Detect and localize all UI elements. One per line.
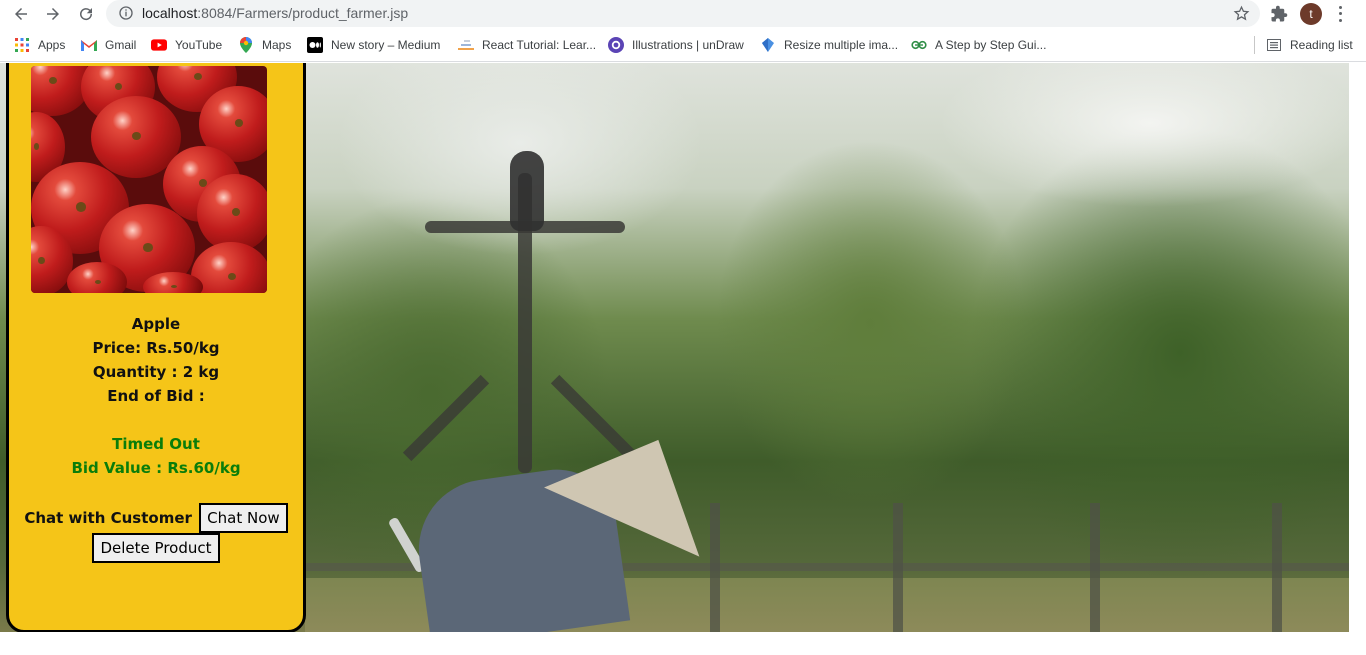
bookmark-undraw[interactable]: Illustrations | unDraw [608, 37, 744, 53]
react-tutorial-icon [458, 37, 474, 53]
info-icon[interactable] [118, 5, 134, 21]
arrow-left-icon [15, 8, 27, 20]
bookmark-star-icon[interactable] [1233, 5, 1250, 22]
profile-avatar[interactable]: t [1300, 3, 1322, 25]
chat-now-button[interactable]: Chat Now [199, 503, 288, 533]
youtube-icon [151, 37, 167, 53]
product-name: Apple [131, 315, 181, 333]
browser-toolbar: localhost:8084/Farmers/product_farmer.js… [0, 0, 1366, 28]
product-info: Apple Price: Rs.50/kg Quantity : 2 kg En… [9, 312, 303, 480]
bookmarks-separator [1254, 36, 1255, 54]
arrow-right-icon [47, 8, 59, 20]
bookmark-label: Illustrations | unDraw [632, 38, 744, 52]
apps-grid-icon [14, 37, 30, 53]
delete-product-button[interactable]: Delete Product [92, 533, 220, 563]
bookmark-apps[interactable]: Apps [14, 37, 65, 53]
reading-list-icon [1266, 37, 1282, 53]
scarecrow-head [510, 151, 544, 231]
geeksforgeeks-icon [911, 37, 927, 53]
product-image-apples [31, 66, 267, 293]
bookmark-label: New story – Medium [331, 38, 441, 52]
bookmark-resize-images[interactable]: Resize multiple ima... [760, 37, 898, 53]
bookmark-step-by-step-guide[interactable]: A Step by Step Gui... [911, 37, 1046, 53]
reload-button[interactable] [73, 1, 99, 27]
url-text[interactable]: localhost:8084/Farmers/product_farmer.js… [142, 5, 408, 21]
chat-label: Chat with Customer [24, 509, 192, 527]
bookmark-label: YouTube [175, 38, 223, 52]
product-price: Price: Rs.50/kg [92, 339, 220, 357]
bid-value: Bid Value : Rs.60/kg [71, 459, 241, 477]
fence-post [1090, 503, 1100, 632]
bookmark-label: Resize multiple ima... [784, 38, 899, 52]
fence-post [1272, 503, 1282, 632]
medium-icon [307, 37, 323, 53]
bid-status: Timed Out [112, 435, 200, 453]
reading-list-button[interactable]: Reading list [1266, 37, 1353, 53]
bookmark-label: Gmail [105, 38, 137, 52]
more-menu-icon[interactable] [1336, 4, 1344, 24]
chat-row: Chat with Customer Chat Now [9, 503, 303, 533]
fence-post [893, 503, 903, 632]
forward-button[interactable] [40, 1, 66, 27]
url-path: :8084/Farmers/product_farmer.jsp [197, 5, 409, 21]
bookmark-react-tutorial[interactable]: React Tutorial: Lear... [458, 37, 596, 53]
product-quantity: Quantity : 2 kg [92, 363, 220, 381]
maps-icon [238, 37, 254, 53]
scarecrow-leg [402, 374, 490, 462]
bookmark-gmail[interactable]: Gmail [81, 37, 136, 53]
page-viewport: Apple Price: Rs.50/kg Quantity : 2 kg En… [0, 63, 1349, 632]
back-button[interactable] [8, 1, 34, 27]
extensions-puzzle-icon[interactable] [1270, 5, 1288, 23]
bookmark-youtube[interactable]: YouTube [151, 37, 222, 53]
url-host: localhost [142, 5, 198, 21]
bookmark-label: Apps [38, 38, 66, 52]
bookmark-label: A Step by Step Gui... [935, 38, 1047, 52]
bookmarks-bar: Apps Gmail YouTube Maps New story – Medi… [0, 29, 1366, 62]
bookmark-maps[interactable]: Maps [238, 37, 291, 53]
product-card: Apple Price: Rs.50/kg Quantity : 2 kg En… [6, 63, 306, 632]
bookmark-label: Maps [262, 38, 292, 52]
reading-list-label: Reading list [1290, 38, 1353, 52]
undraw-icon [608, 37, 624, 53]
address-bar[interactable]: localhost:8084/Farmers/product_farmer.js… [106, 0, 1260, 27]
resize-icon [760, 37, 776, 53]
end-of-bid-label: End of Bid : [107, 387, 205, 405]
delete-row: Delete Product [9, 533, 303, 563]
gmail-icon [81, 37, 97, 53]
reload-icon [80, 8, 93, 21]
bookmark-label: React Tutorial: Lear... [482, 38, 597, 52]
bookmark-medium[interactable]: New story – Medium [307, 37, 440, 53]
